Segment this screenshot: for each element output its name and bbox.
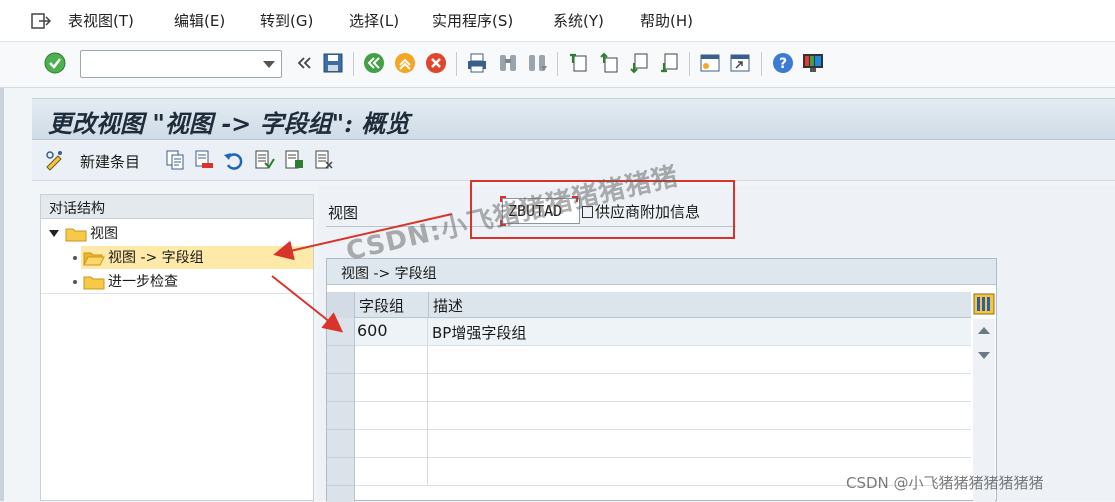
watermark-corner: CSDN @小飞猪猪猪猪猪猪猪: [846, 474, 1044, 492]
arrow-to-table-row: [271, 275, 344, 333]
annotation-arrows: [271, 213, 453, 333]
